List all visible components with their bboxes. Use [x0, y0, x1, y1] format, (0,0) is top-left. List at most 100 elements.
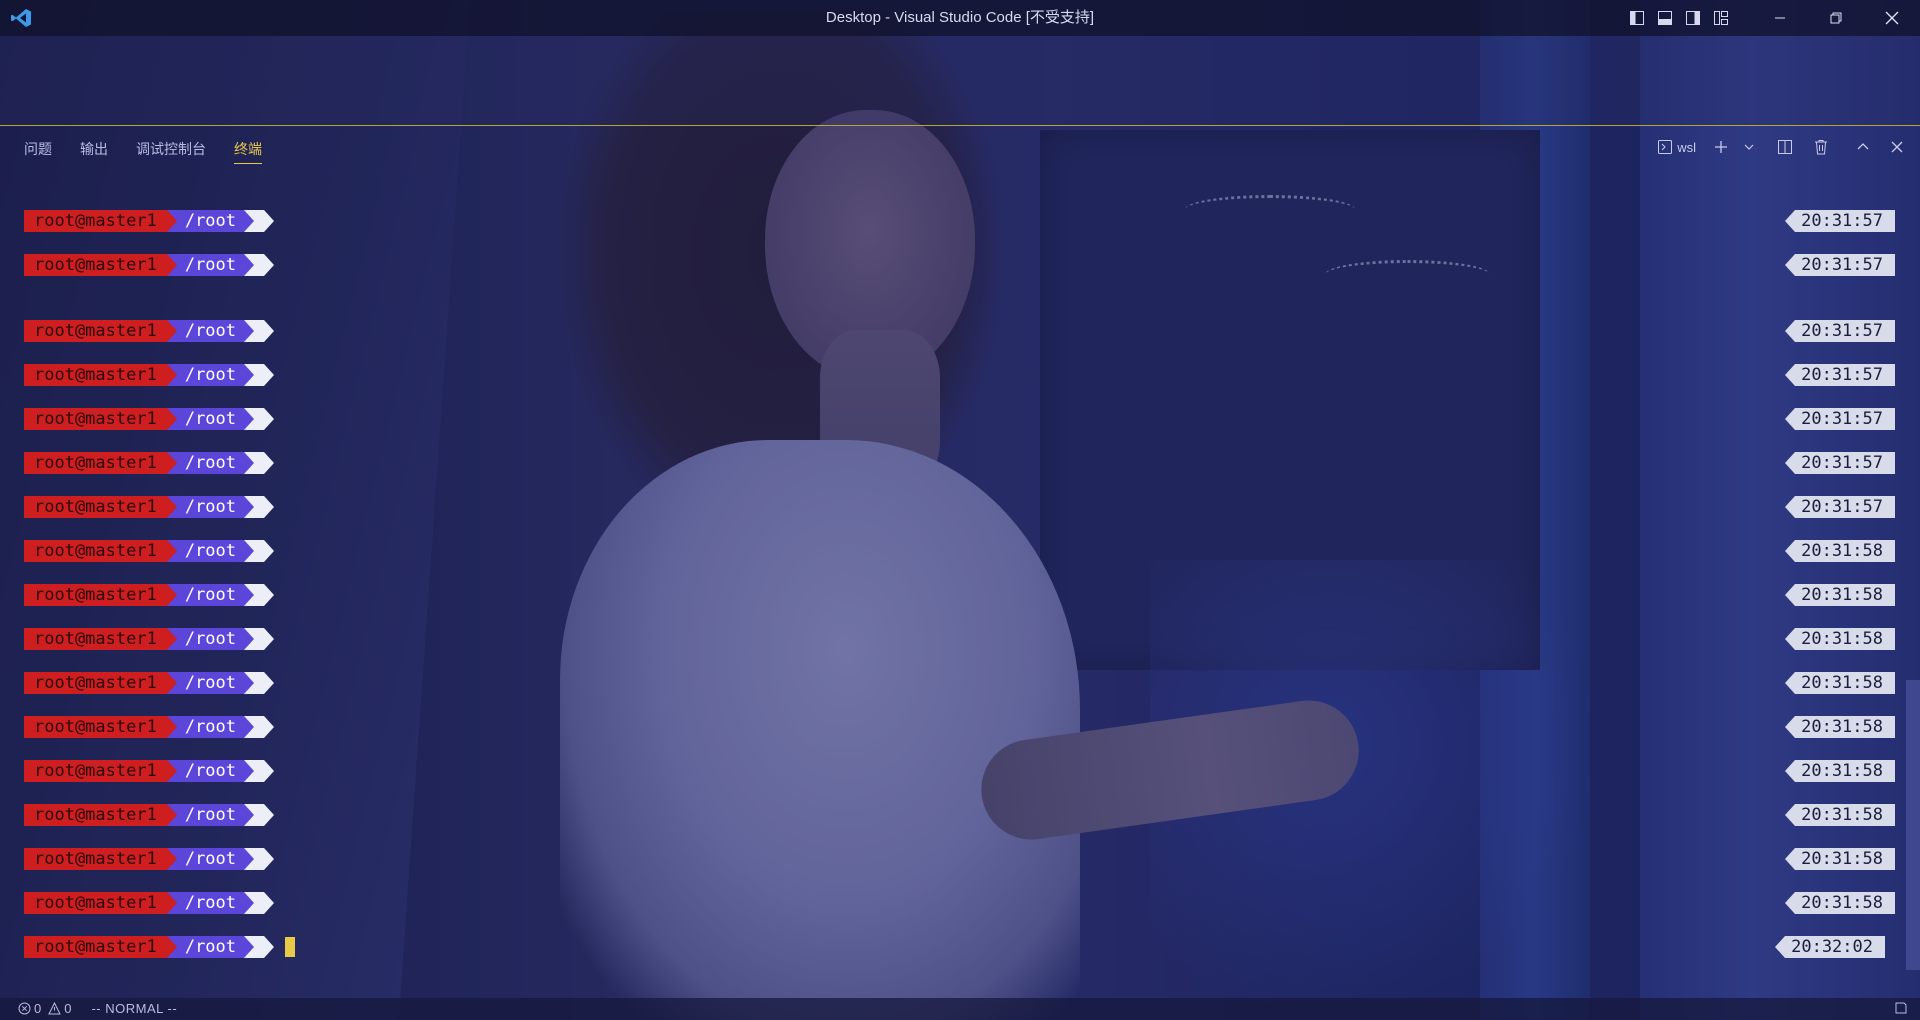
prompt-path: /root	[176, 760, 245, 782]
terminal-line: root@master1 /root 20:31:57	[0, 496, 1920, 518]
time-text: 20:31:58	[1795, 540, 1895, 562]
terminal-cursor	[285, 937, 295, 957]
problems-status[interactable]: 0 0	[18, 1001, 71, 1016]
shell-label: wsl	[1677, 139, 1696, 155]
prompt: root@master1 /root	[24, 320, 275, 342]
time-text: 20:31:58	[1795, 804, 1895, 826]
prompt-path: /root	[176, 364, 245, 386]
title-bar: Desktop - Visual Studio Code [不受支持]	[0, 0, 1920, 36]
prompt: root@master1 /root	[24, 364, 275, 386]
prompt: root@master1 /root	[24, 672, 275, 694]
close-window-button[interactable]	[1864, 0, 1920, 36]
time-text: 20:32:02	[1785, 936, 1885, 958]
trash-icon	[1815, 140, 1827, 155]
prompt-time: 20:31:58	[1785, 540, 1895, 562]
prompt-path: /root	[176, 210, 245, 232]
prompt: root@master1 /root	[24, 716, 275, 738]
terminal-profiles-dropdown[interactable]	[1738, 136, 1760, 158]
terminal-icon	[1658, 140, 1673, 154]
terminal-line-current[interactable]: root@master1 /root 20:32:02	[0, 936, 1920, 958]
time-text: 20:31:57	[1795, 364, 1895, 386]
prompt-user: root@master1	[24, 892, 167, 914]
close-panel-button[interactable]	[1886, 136, 1908, 158]
terminal-scrollbar[interactable]	[1906, 680, 1920, 970]
split-terminal-button[interactable]	[1774, 136, 1796, 158]
chevron-down-icon	[1744, 144, 1754, 150]
prompt-path: /root	[176, 496, 245, 518]
prompt-path: /root	[176, 628, 245, 650]
restore-button[interactable]	[1808, 0, 1864, 36]
toggle-primary-sidebar-icon[interactable]	[1624, 5, 1650, 31]
prompt-path: /root	[176, 452, 245, 474]
prompt-time: 20:31:58	[1785, 804, 1895, 826]
prompt-time: 20:31:57	[1785, 364, 1895, 386]
terminal-output[interactable]: root@master1 /root 20:31:57 root@master1…	[0, 200, 1920, 970]
prompt-user: root@master1	[24, 584, 167, 606]
prompt-path: /root	[176, 408, 245, 430]
editor-area[interactable]	[0, 36, 1920, 125]
status-bar: 0 0 -- NORMAL --	[0, 998, 1920, 1020]
time-text: 20:31:57	[1795, 320, 1895, 342]
prompt-time: 20:31:58	[1785, 848, 1895, 870]
prompt-user: root@master1	[24, 936, 167, 958]
prompt: root@master1 /root	[24, 254, 275, 276]
prompt-time: 20:31:57	[1785, 408, 1895, 430]
terminal-shell-selector[interactable]: wsl	[1657, 136, 1696, 158]
prompt-time: 20:31:58	[1785, 716, 1895, 738]
time-text: 20:31:57	[1795, 254, 1895, 276]
prompt: root@master1 /root	[24, 804, 275, 826]
toggle-secondary-sidebar-icon[interactable]	[1680, 5, 1706, 31]
prompt-user: root@master1	[24, 364, 167, 386]
toggle-panel-icon[interactable]	[1652, 5, 1678, 31]
vscode-logo-icon[interactable]	[10, 8, 32, 28]
prompt-path: /root	[176, 540, 245, 562]
prompt-time: 20:31:57	[1785, 254, 1895, 276]
prompt-path: /root	[176, 320, 245, 342]
time-text: 20:31:57	[1795, 452, 1895, 474]
maximize-panel-button[interactable]	[1852, 136, 1874, 158]
terminal-line: root@master1 /root 20:31:58	[0, 584, 1920, 606]
prompt: root@master1 /root	[24, 496, 275, 518]
prompt-user: root@master1	[24, 254, 167, 276]
prompt-time: 20:32:02	[1775, 936, 1885, 958]
tab-debug-console[interactable]: 调试控制台	[136, 139, 206, 164]
panel-header: 问题 输出 调试控制台 终端 wsl	[0, 126, 1920, 166]
feedback-icon	[1895, 1002, 1907, 1014]
error-count: 0	[34, 1001, 42, 1016]
prompt-time: 20:31:57	[1785, 496, 1895, 518]
prompt-user: root@master1	[24, 452, 167, 474]
minimize-button[interactable]	[1752, 0, 1808, 36]
plus-icon	[1715, 141, 1727, 153]
new-terminal-button[interactable]	[1710, 136, 1732, 158]
terminal-line: root@master1 /root 20:31:57	[0, 254, 1920, 276]
terminal-line: root@master1 /root 20:31:57	[0, 210, 1920, 232]
tab-terminal[interactable]: 终端	[234, 139, 262, 164]
prompt-path: /root	[176, 254, 245, 276]
prompt-user: root@master1	[24, 672, 167, 694]
prompt: root@master1 /root	[24, 540, 275, 562]
prompt-user: root@master1	[24, 848, 167, 870]
prompt-user: root@master1	[24, 760, 167, 782]
prompt-time: 20:31:58	[1785, 628, 1895, 650]
terminal-line: root@master1 /root 20:31:58	[0, 892, 1920, 914]
prompt-time: 20:31:58	[1785, 584, 1895, 606]
warning-icon	[48, 1002, 62, 1015]
terminal-line: root@master1 /root 20:31:58	[0, 848, 1920, 870]
prompt: root@master1 /root	[24, 892, 275, 914]
time-text: 20:31:57	[1795, 408, 1895, 430]
terminal-line: root@master1 /root 20:31:57	[0, 408, 1920, 430]
terminal-line: root@master1 /root 20:31:57	[0, 320, 1920, 342]
customize-layout-icon[interactable]	[1708, 5, 1734, 31]
kill-terminal-button[interactable]	[1810, 136, 1832, 158]
terminal-line: root@master1 /root 20:31:58	[0, 716, 1920, 738]
tab-problems[interactable]: 问题	[24, 139, 52, 164]
prompt: root@master1 /root	[24, 936, 275, 958]
time-text: 20:31:58	[1795, 848, 1895, 870]
prompt: root@master1 /root	[24, 452, 275, 474]
prompt: root@master1 /root	[24, 760, 275, 782]
tab-output[interactable]: 输出	[80, 139, 108, 164]
split-icon	[1778, 140, 1792, 154]
error-icon	[18, 1002, 31, 1015]
prompt-time: 20:31:58	[1785, 672, 1895, 694]
prompt-user: root@master1	[24, 496, 167, 518]
